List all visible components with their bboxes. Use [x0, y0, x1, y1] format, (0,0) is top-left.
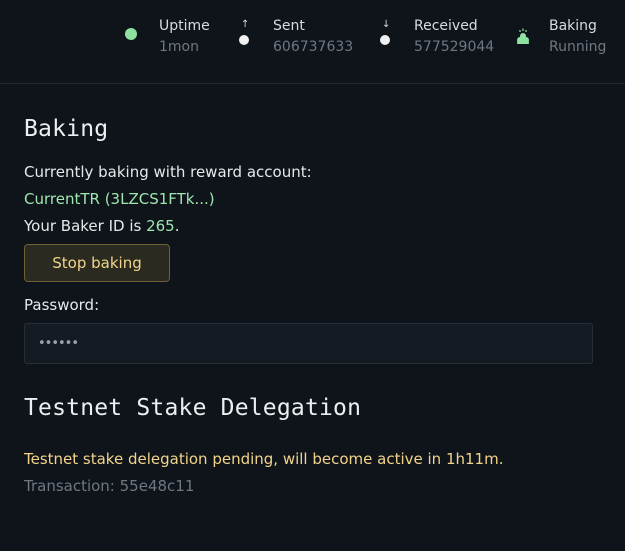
status-bar: Uptime 1mon ↑ Sent 606737633 ↓ Received …	[0, 0, 625, 84]
baking-status-value: Running	[549, 39, 607, 55]
delegation-pending-text: Testnet stake delegation pending, will b…	[24, 450, 504, 468]
arrow-down-icon: ↓	[380, 20, 396, 48]
arrow-up-icon: ↑	[239, 20, 255, 48]
baker-id-line: Your Baker ID is 265.	[24, 216, 180, 236]
stop-baking-button[interactable]: Stop baking	[24, 244, 170, 282]
sent-value: 606737633	[273, 39, 354, 55]
transaction-label: Transaction:	[24, 477, 120, 495]
testnet-delegation-heading: Testnet Stake Delegation	[24, 395, 362, 421]
status-baking: Baking Running	[515, 16, 620, 60]
baking-status-label: Baking	[549, 18, 597, 34]
baker-icon	[515, 22, 531, 48]
sent-label: Sent	[273, 18, 305, 34]
received-value: 577529044	[414, 39, 495, 55]
password-field[interactable]	[24, 323, 593, 364]
status-received: ↓ Received 577529044	[380, 16, 500, 60]
baker-id-prefix: Your Baker ID is	[24, 217, 147, 235]
baker-id-value: 265	[146, 217, 175, 235]
app-page: Uptime 1mon ↑ Sent 606737633 ↓ Received …	[0, 0, 625, 551]
status-uptime: Uptime 1mon	[125, 16, 225, 60]
status-dot-icon	[125, 22, 141, 48]
transaction-id: 55e48c11	[119, 477, 195, 495]
transaction-line: Transaction: 55e48c11	[24, 476, 194, 496]
password-label: Password:	[24, 296, 100, 314]
uptime-label: Uptime	[159, 18, 210, 34]
reward-account: CurrentTR (3LZCS1FTk...)	[24, 190, 215, 208]
baking-heading: Baking	[24, 116, 109, 142]
received-label: Received	[414, 18, 478, 34]
baker-id-suffix: .	[174, 217, 180, 235]
uptime-value: 1mon	[159, 39, 199, 55]
status-sent: ↑ Sent 606737633	[239, 16, 359, 60]
currently-baking-text: Currently baking with reward account:	[24, 163, 312, 181]
